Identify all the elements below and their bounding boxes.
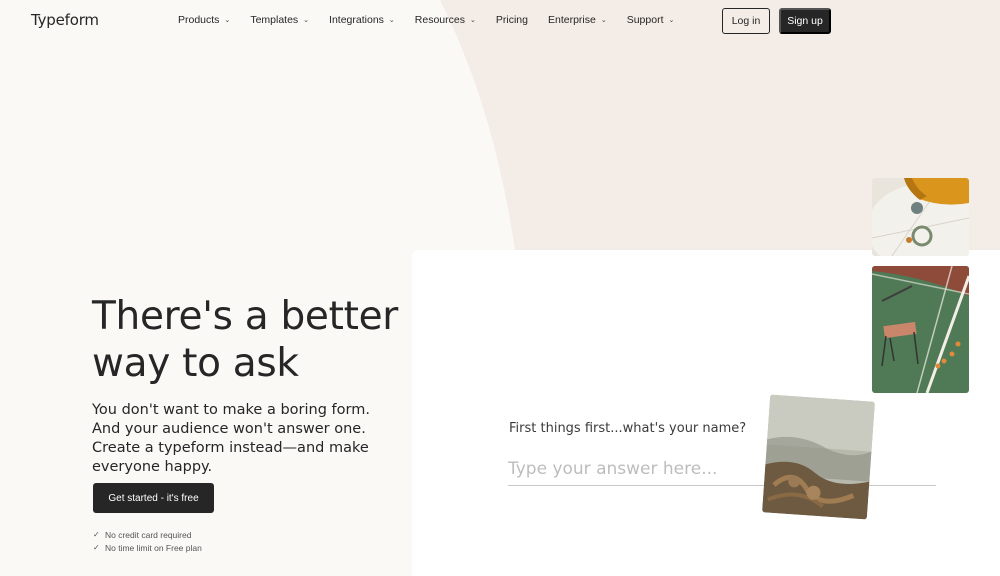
check-icon: ✓ [93, 543, 100, 552]
nav-item-label: Products [178, 14, 220, 26]
nav-item-templates[interactable]: Templates ⌄ [250, 14, 309, 26]
chevron-down-icon: ⌄ [388, 17, 395, 24]
hero-subtext: You don't want to make a boring form. An… [92, 402, 370, 475]
nav-item-pricing[interactable]: Pricing [496, 14, 528, 26]
signup-button[interactable]: Sign up [779, 8, 831, 34]
answer-placeholder: Type your answer here... [508, 459, 718, 479]
nav-item-resources[interactable]: Resources ⌄ [415, 14, 476, 26]
nav-item-enterprise[interactable]: Enterprise ⌄ [548, 14, 607, 26]
login-button[interactable]: Log in [722, 8, 770, 34]
nav-item-label: Support [626, 14, 664, 26]
get-started-button[interactable]: Get started - it's free [93, 483, 214, 513]
nav-item-products[interactable]: Products ⌄ [178, 14, 230, 26]
nav-item-label: Enterprise [547, 14, 596, 26]
nav-item-integrations[interactable]: Integrations ⌄ [329, 14, 395, 26]
nav-item-label: Integrations [329, 14, 384, 26]
chevron-down-icon: ⌄ [224, 17, 231, 24]
nav-item-label: Templates [250, 14, 299, 26]
nav-item-support[interactable]: Support ⌄ [627, 14, 675, 26]
chevron-down-icon: ⌄ [668, 17, 675, 24]
check-icon: ✓ [93, 530, 100, 539]
typeform-logo[interactable]: Typeform [31, 11, 99, 29]
perk-label: No time limit on Free plan [105, 542, 202, 553]
photo-tennis-court-chair [872, 266, 969, 393]
perk-item: ✓ No credit card required [93, 528, 202, 541]
chevron-down-icon: ⌄ [600, 17, 607, 24]
top-navigation: Typeform Products ⌄ Templates ⌄ Integratio… [0, 0, 1000, 40]
chevron-down-icon: ⌄ [470, 17, 476, 24]
nav-menu: Products ⌄ Templates ⌄ Integrations ⌄ Resou… [178, 14, 694, 26]
perk-label: No credit card required [105, 529, 192, 540]
nav-item-label: Pricing [495, 14, 528, 26]
nav-item-label: Resources [414, 14, 465, 26]
form-question: First things first...what's your name? [509, 421, 747, 436]
photo-table-with-cups [872, 178, 969, 256]
photo-coral-reef [762, 394, 875, 520]
perks-list: ✓ No credit card required ✓ No time limi… [93, 528, 202, 554]
hero-headline: There's a better way to ask [92, 294, 399, 386]
perk-item: ✓ No time limit on Free plan [93, 541, 202, 554]
chevron-down-icon: ⌄ [303, 17, 310, 24]
